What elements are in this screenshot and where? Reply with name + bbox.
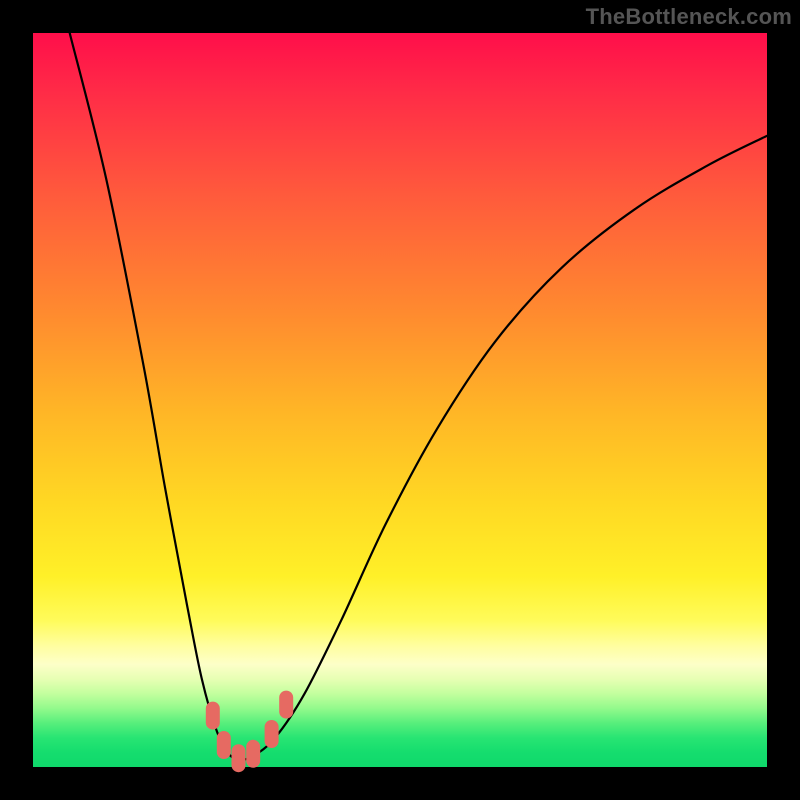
plot-area (33, 33, 767, 767)
bottleneck-curve (70, 33, 767, 760)
curve-marker (279, 691, 293, 719)
curve-marker (217, 731, 231, 759)
curve-layer (33, 33, 767, 767)
curve-marker (265, 720, 279, 748)
curve-marker (206, 702, 220, 730)
attribution-label: TheBottleneck.com (586, 4, 792, 30)
chart-frame: TheBottleneck.com (0, 0, 800, 800)
curve-marker (246, 740, 260, 768)
curve-marker (232, 744, 246, 772)
